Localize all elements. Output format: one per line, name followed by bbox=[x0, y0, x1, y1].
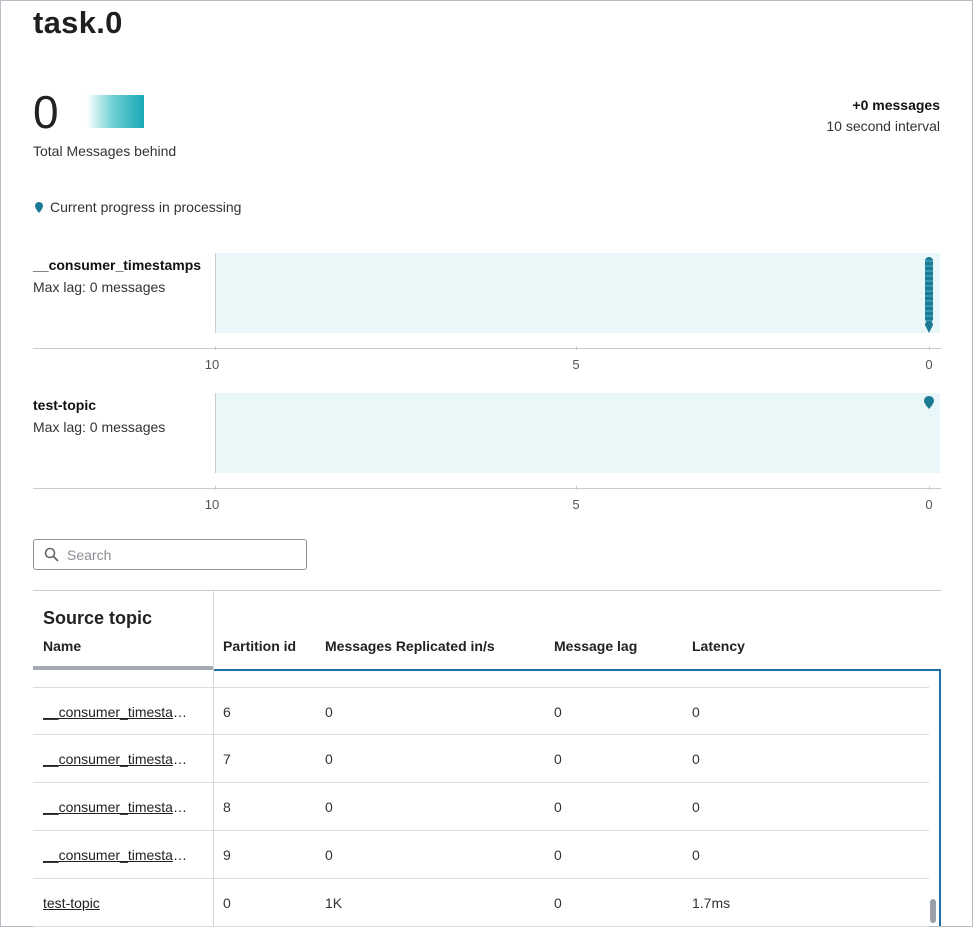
lag-chart-area bbox=[215, 393, 940, 473]
replicated-cell: 0 bbox=[325, 751, 333, 767]
progress-legend: Current progress in processing bbox=[35, 199, 241, 215]
topic-name-consumer-timestamps: __consumer_timestamps bbox=[33, 257, 202, 273]
axis-tick-label: 5 bbox=[572, 497, 580, 512]
topic-name-test-topic: test-topic bbox=[33, 397, 96, 413]
topic-link[interactable]: __consumer_timestamps bbox=[43, 799, 193, 815]
message-lag-cell: 0 bbox=[554, 895, 562, 911]
table-scrollbar[interactable] bbox=[930, 899, 936, 923]
latency-cell: 0 bbox=[692, 799, 700, 815]
search-input[interactable] bbox=[65, 545, 289, 564]
topic-link[interactable]: __consumer_timestamps bbox=[43, 847, 193, 863]
table-row: __consumer_timestamps 6 0 0 0 bbox=[33, 687, 929, 735]
message-lag-cell: 0 bbox=[554, 847, 562, 863]
search-icon bbox=[44, 547, 59, 562]
topic-link[interactable]: __consumer_timestamps bbox=[43, 704, 193, 720]
topic-max-lag: Max lag: 0 messages bbox=[33, 419, 166, 435]
table-body-frame bbox=[939, 671, 941, 926]
table-row: __consumer_timestamps 8 0 0 0 bbox=[33, 783, 929, 831]
axis-tick bbox=[576, 346, 577, 350]
replicated-cell: 0 bbox=[325, 799, 333, 815]
axis-tick-label: 10 bbox=[204, 357, 220, 372]
replicated-cell: 0 bbox=[325, 847, 333, 863]
delta-interval: 10 second interval bbox=[826, 118, 940, 134]
latency-cell: 1.7ms bbox=[692, 895, 731, 911]
total-messages-value: 0 bbox=[33, 86, 59, 138]
message-lag-cell: 0 bbox=[554, 704, 562, 720]
table-top-border bbox=[33, 590, 941, 591]
map-pin-icon bbox=[35, 201, 43, 213]
partition-id-cell: 8 bbox=[223, 799, 231, 815]
lag-axis bbox=[33, 488, 941, 489]
axis-tick-label: 5 bbox=[572, 357, 580, 372]
topic-link[interactable]: test-topic bbox=[43, 895, 193, 911]
axis-tick-label: 0 bbox=[925, 497, 933, 512]
replicated-cell: 0 bbox=[325, 704, 333, 720]
axis-tick bbox=[215, 346, 216, 350]
header-underline-active bbox=[214, 669, 941, 671]
table-row: __consumer_timestamps 9 0 0 0 bbox=[33, 831, 929, 879]
map-pin-icon bbox=[925, 321, 933, 333]
search-box[interactable] bbox=[33, 539, 307, 570]
axis-tick bbox=[929, 346, 930, 350]
topic-link[interactable]: __consumer_timestamps bbox=[43, 751, 193, 767]
latency-cell: 0 bbox=[692, 704, 700, 720]
topic-max-lag: Max lag: 0 messages bbox=[33, 279, 166, 295]
header-underline bbox=[33, 666, 213, 670]
axis-tick bbox=[215, 486, 216, 490]
message-lag-cell: 0 bbox=[554, 751, 562, 767]
lag-gradient-indicator bbox=[87, 95, 144, 128]
page-title: task.0 bbox=[33, 5, 123, 40]
column-header-message-lag[interactable]: Message lag bbox=[554, 638, 637, 654]
message-lag-cell: 0 bbox=[554, 799, 562, 815]
lag-chart-area bbox=[215, 253, 940, 333]
table-row: __consumer_timestamps 7 0 0 0 bbox=[33, 735, 929, 783]
source-topic-heading: Source topic bbox=[43, 608, 153, 628]
delta-messages: +0 messages bbox=[852, 97, 940, 113]
partition-id-cell: 7 bbox=[223, 751, 231, 767]
total-messages-label: Total Messages behind bbox=[33, 143, 177, 159]
delta-summary: +0 messages 10 second interval bbox=[826, 97, 940, 134]
column-header-name[interactable]: Name bbox=[43, 638, 81, 654]
legend-label: Current progress in processing bbox=[50, 199, 242, 215]
axis-tick-label: 10 bbox=[204, 497, 220, 512]
axis-tick bbox=[576, 486, 577, 490]
column-header-latency[interactable]: Latency bbox=[692, 638, 745, 654]
partition-id-cell: 0 bbox=[223, 895, 231, 911]
partition-id-cell: 6 bbox=[223, 704, 231, 720]
map-pin-icon bbox=[924, 396, 934, 409]
latency-cell: 0 bbox=[692, 847, 700, 863]
progress-marker-bar bbox=[925, 257, 933, 323]
latency-cell: 0 bbox=[692, 751, 700, 767]
partition-id-cell: 9 bbox=[223, 847, 231, 863]
column-header-messages-replicated[interactable]: Messages Replicated in/s bbox=[325, 638, 495, 654]
lag-axis bbox=[33, 348, 941, 349]
axis-tick bbox=[929, 486, 930, 490]
column-header-partition-id[interactable]: Partition id bbox=[223, 638, 296, 654]
table-row: test-topic 0 1K 0 1.7ms bbox=[33, 879, 929, 927]
axis-tick-label: 0 bbox=[925, 357, 933, 372]
replicated-cell: 1K bbox=[325, 895, 343, 911]
